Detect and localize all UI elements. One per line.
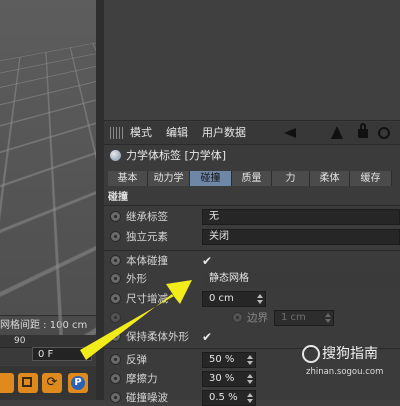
animate-radio-icon[interactable]	[110, 392, 121, 403]
section-header: 碰撞	[108, 192, 128, 203]
animate-radio-icon[interactable]	[110, 255, 121, 266]
panel-separator	[104, 120, 400, 121]
lock-icon[interactable]	[358, 123, 368, 138]
arrow-left-icon[interactable]	[284, 128, 296, 138]
tab-mass[interactable]: 质量	[232, 171, 272, 186]
watermark-url: zhinan.sogou.com	[306, 367, 384, 377]
menu-edit[interactable]: 编辑	[166, 122, 188, 144]
margin-radio-icon[interactable]	[232, 312, 243, 323]
menu-mode[interactable]: 模式	[130, 122, 152, 144]
object-title-text: 力学体标签 [力学体]	[126, 149, 227, 162]
cursor-icon[interactable]	[331, 126, 343, 139]
stepper-icon[interactable]	[247, 374, 253, 384]
sogou-logo-icon	[302, 345, 320, 363]
annotation-arrow-shape	[80, 280, 192, 360]
animate-radio-icon[interactable]	[110, 211, 121, 222]
collision-noise-field[interactable]: 0.5 %	[202, 390, 256, 406]
tab-bar: 基本 动力学 碰撞 质量 力 柔体 缓存	[108, 171, 398, 186]
tab-dynamics[interactable]: 动力学	[148, 171, 190, 186]
margin-value: 1 cm	[281, 312, 306, 323]
section-separator	[104, 205, 400, 206]
viewport-grid	[0, 0, 96, 74]
stepper-icon[interactable]	[247, 393, 253, 403]
watermark: 搜狗指南 zhinan.sogou.com	[302, 345, 400, 385]
param-row-self-collision: 本体碰撞 ✔	[108, 253, 400, 269]
standalone-dropdown[interactable]: 关闭	[202, 229, 400, 245]
dynamics-tag-icon	[110, 150, 121, 161]
tab-collision[interactable]: 碰撞	[190, 171, 232, 186]
bounce-field[interactable]: 50 %	[202, 352, 256, 368]
tab-soft-body[interactable]: 柔体	[310, 171, 350, 186]
param-label: 独立元素	[126, 231, 168, 243]
tab-cache[interactable]: 缓存	[350, 171, 392, 186]
param-label: 本体碰撞	[126, 255, 168, 267]
inherit-tag-dropdown[interactable]: 无	[202, 209, 400, 225]
shape-dropdown[interactable]: 静态网格	[202, 271, 400, 287]
param-row-inherit-tag: 继承标签 无	[108, 209, 400, 225]
link-icon[interactable]	[378, 127, 390, 139]
watermark-brand: 搜狗指南	[322, 346, 378, 362]
self-collision-checkbox[interactable]: ✔	[202, 253, 212, 269]
param-row-collision-noise: 碰撞噪波 0.5 %	[108, 390, 400, 406]
param-label: 继承标签	[126, 211, 168, 223]
menu-user-data[interactable]: 用户数据	[202, 122, 246, 144]
grip-handle-icon[interactable]	[110, 127, 124, 139]
collision-noise-value: 0.5 %	[209, 392, 238, 403]
param-label: 边界	[247, 312, 268, 324]
object-title: 力学体标签 [力学体]	[108, 148, 398, 164]
friction-field[interactable]: 30 %	[202, 371, 256, 387]
stepper-icon[interactable]	[325, 313, 331, 323]
param-label: 碰撞噪波	[126, 392, 168, 404]
record-key-icon[interactable]	[0, 373, 14, 393]
stepper-icon[interactable]	[247, 355, 253, 365]
stepper-icon[interactable]	[257, 294, 263, 304]
tab-basic[interactable]: 基本	[108, 171, 148, 186]
auto-key-icon[interactable]: ⟳	[42, 373, 62, 393]
size-increment-field[interactable]: 0 cm	[202, 291, 266, 307]
animate-radio-icon[interactable]	[110, 231, 121, 242]
bounce-value: 50 %	[209, 354, 235, 365]
group-separator	[104, 250, 400, 251]
timeline-ruler-number: 90	[14, 336, 26, 346]
annotation-arrow-icon	[80, 280, 192, 360]
friction-value: 30 %	[209, 373, 235, 384]
key-square-icon[interactable]	[18, 373, 38, 393]
attributes-menubar: 模式 编辑 用户数据	[104, 122, 400, 145]
tab-force[interactable]: 力	[272, 171, 310, 186]
size-increment-value: 0 cm	[209, 293, 234, 304]
margin-field[interactable]: 1 cm	[274, 310, 334, 326]
param-row-standalone: 独立元素 关闭	[108, 229, 400, 245]
object-manager-area[interactable]	[104, 0, 400, 120]
